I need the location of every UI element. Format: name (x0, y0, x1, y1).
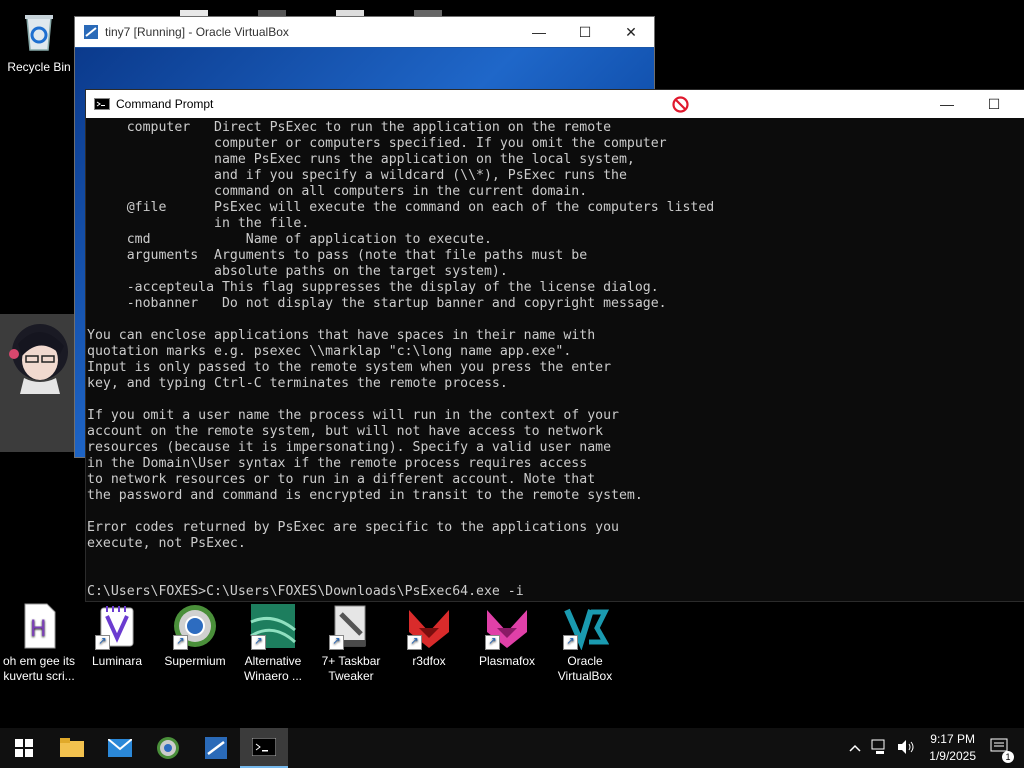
chevron-up-icon[interactable] (849, 741, 861, 755)
desktop-icon-alternative-winaero[interactable]: ↗ Alternative Winaero ... (234, 602, 312, 684)
desktop-icon-plasmafox[interactable]: ↗ Plasmafox (468, 602, 546, 669)
desktop-icon-label: r3dfox (412, 654, 446, 668)
cmd-maximize-button[interactable]: ☐ (971, 89, 1017, 119)
windows-logo-icon (15, 739, 33, 757)
browser-globe-icon (157, 737, 179, 759)
shortcut-arrow-icon: ↗ (485, 635, 500, 650)
desktop-icon-oracle-virtualbox[interactable]: ↗ Oracle VirtualBox (546, 602, 624, 684)
virtualbox-close-button[interactable]: ✕ (608, 17, 654, 47)
shortcut-arrow-icon: ↗ (329, 635, 344, 650)
desktop-icon-label: Plasmafox (478, 654, 536, 668)
desktop-icon-7-taskbar-tweaker[interactable]: ↗ 7+ Taskbar Tweaker (312, 602, 390, 684)
recycle-bin-label: Recycle Bin (7, 60, 71, 74)
desktop-icon-label: Supermium (164, 654, 226, 668)
desktop-icon-label: 7+ Taskbar (321, 654, 381, 668)
virtualbox-maximize-button[interactable]: ☐ (562, 17, 608, 47)
luminara-icon: ↗ (93, 602, 141, 650)
cmd-app-icon (94, 98, 110, 110)
taskbar-mail[interactable] (96, 728, 144, 768)
notification-badge: 1 (1002, 750, 1014, 763)
virtualbox-title: tiny7 [Running] - Oracle VirtualBox (105, 25, 289, 39)
shortcut-arrow-icon: ↗ (407, 635, 422, 650)
shortcut-arrow-icon: ↗ (251, 635, 266, 650)
virtualbox-app-icon (83, 24, 99, 40)
console-output[interactable]: computer Direct PsExec to run the applic… (86, 118, 1024, 600)
avatar-image (0, 314, 74, 452)
desktop-icon-supermium[interactable]: ↗ Supermium (156, 602, 234, 669)
command-prompt-window[interactable]: Command Prompt — ☐ computer Direct PsExe… (85, 89, 1024, 602)
cmd-taskbar-icon (252, 738, 276, 756)
desktop-icon-label: Oracle (567, 654, 603, 668)
folder-icon (60, 738, 84, 757)
text-file-icon: H (15, 602, 63, 650)
taskbar: 9:17 PM 1/9/2025 1 (0, 728, 1024, 768)
desktop-icon-label: Luminara (91, 654, 143, 668)
taskbar-file-explorer[interactable] (48, 728, 96, 768)
taskbar-command-prompt[interactable] (240, 728, 288, 768)
desktop-icon-luminara[interactable]: ↗ Luminara (78, 602, 156, 669)
desktop-icon-label: Winaero ... (243, 669, 303, 683)
desktop-icon-label: kuvertu scri... (3, 669, 75, 683)
virtualbox-icon: ↗ (561, 602, 610, 651)
taskbar-virtualbox[interactable] (192, 728, 240, 768)
virtualbox-taskbar-icon (205, 737, 227, 759)
plasmafox-icon: ↗ (483, 602, 531, 650)
start-button[interactable] (0, 728, 48, 768)
command-prompt-titlebar[interactable]: Command Prompt — ☐ (86, 90, 1024, 118)
winaero-icon: ↗ (249, 602, 297, 650)
cmd-minimize-button[interactable]: — (924, 89, 970, 119)
clock-time: 9:17 PM (930, 732, 975, 746)
system-tray: 9:17 PM 1/9/2025 1 (843, 728, 1024, 768)
mail-icon (108, 739, 132, 757)
desktop-icon-label: Alternative (244, 654, 302, 668)
command-prompt-title: Command Prompt (116, 97, 214, 111)
desktop-icon-label: Tweaker (328, 669, 374, 683)
shortcut-arrow-icon: ↗ (95, 635, 110, 650)
svg-text:H: H (30, 617, 47, 642)
virtualbox-minimize-button[interactable]: — (516, 17, 562, 47)
avatar-widget[interactable] (0, 314, 74, 452)
recycle-bin-glyph-icon (15, 8, 63, 56)
desktop-icon-r3dfox[interactable]: ↗ r3dfox (390, 602, 468, 669)
notification-center-icon[interactable]: 1 (990, 738, 1014, 763)
no-entry-icon (672, 96, 689, 118)
shortcut-arrow-icon: ↗ (563, 635, 578, 650)
desktop-icon-label: oh em gee its (2, 654, 76, 668)
virtualbox-titlebar[interactable]: tiny7 [Running] - Oracle VirtualBox — ☐ … (75, 17, 654, 47)
shortcut-arrow-icon: ↗ (173, 635, 188, 650)
clock[interactable]: 9:17 PM 1/9/2025 (929, 731, 976, 765)
clock-date: 1/9/2025 (929, 749, 976, 763)
desktop-icon-script[interactable]: H oh em gee its kuvertu scri... (0, 602, 78, 684)
desktop-icon-label: VirtualBox (557, 669, 613, 683)
r3dfox-icon: ↗ (405, 602, 453, 650)
volume-icon[interactable] (897, 739, 915, 758)
supermium-icon: ↗ (171, 602, 219, 650)
recycle-bin-icon[interactable]: Recycle Bin (0, 8, 78, 75)
network-icon[interactable] (871, 739, 889, 758)
taskbar-supermium[interactable] (144, 728, 192, 768)
taskbar-tweaker-icon: ↗ (327, 602, 375, 650)
